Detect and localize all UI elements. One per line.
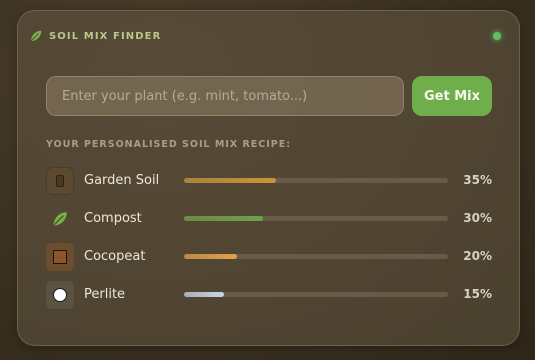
percent-value: 30% — [463, 211, 492, 225]
progress-track — [184, 216, 448, 221]
progress-track — [184, 178, 448, 183]
progress-fill — [184, 292, 224, 297]
brown-square-icon — [46, 243, 74, 271]
get-mix-button[interactable]: Get Mix — [412, 76, 492, 116]
recipe-row-compost: Compost 30% — [46, 205, 492, 233]
plant-search-field[interactable] — [46, 76, 404, 116]
page-title: SOIL MIX FINDER — [49, 30, 162, 42]
leaf-icon — [46, 205, 74, 233]
ingredient-name: Garden Soil — [84, 173, 160, 188]
percent-value: 20% — [463, 249, 492, 263]
recipe-heading: YOUR PERSONALISED SOIL MIX RECIPE: — [46, 139, 292, 150]
status-indicator — [493, 32, 501, 40]
recipe-row-garden-soil: Garden Soil 35% — [46, 167, 492, 195]
percent-value: 35% — [463, 173, 492, 187]
plant-input[interactable] — [47, 77, 403, 115]
progress-fill — [184, 216, 264, 221]
progress-fill — [184, 178, 277, 183]
recipe-row-cocopeat: Cocopeat 20% — [46, 243, 492, 271]
ingredient-name: Cocopeat — [84, 249, 146, 264]
recipe-row-perlite: Perlite 15% — [46, 281, 492, 309]
leaf-icon — [30, 30, 42, 42]
card-header: SOIL MIX FINDER — [29, 29, 501, 43]
ingredient-name: Perlite — [84, 287, 126, 302]
soil-bag-icon — [46, 167, 74, 195]
percent-value: 15% — [463, 287, 492, 301]
progress-track — [184, 254, 448, 259]
progress-fill — [184, 254, 237, 259]
white-circle-icon — [46, 281, 74, 309]
progress-track — [184, 292, 448, 297]
ingredient-name: Compost — [84, 211, 142, 226]
